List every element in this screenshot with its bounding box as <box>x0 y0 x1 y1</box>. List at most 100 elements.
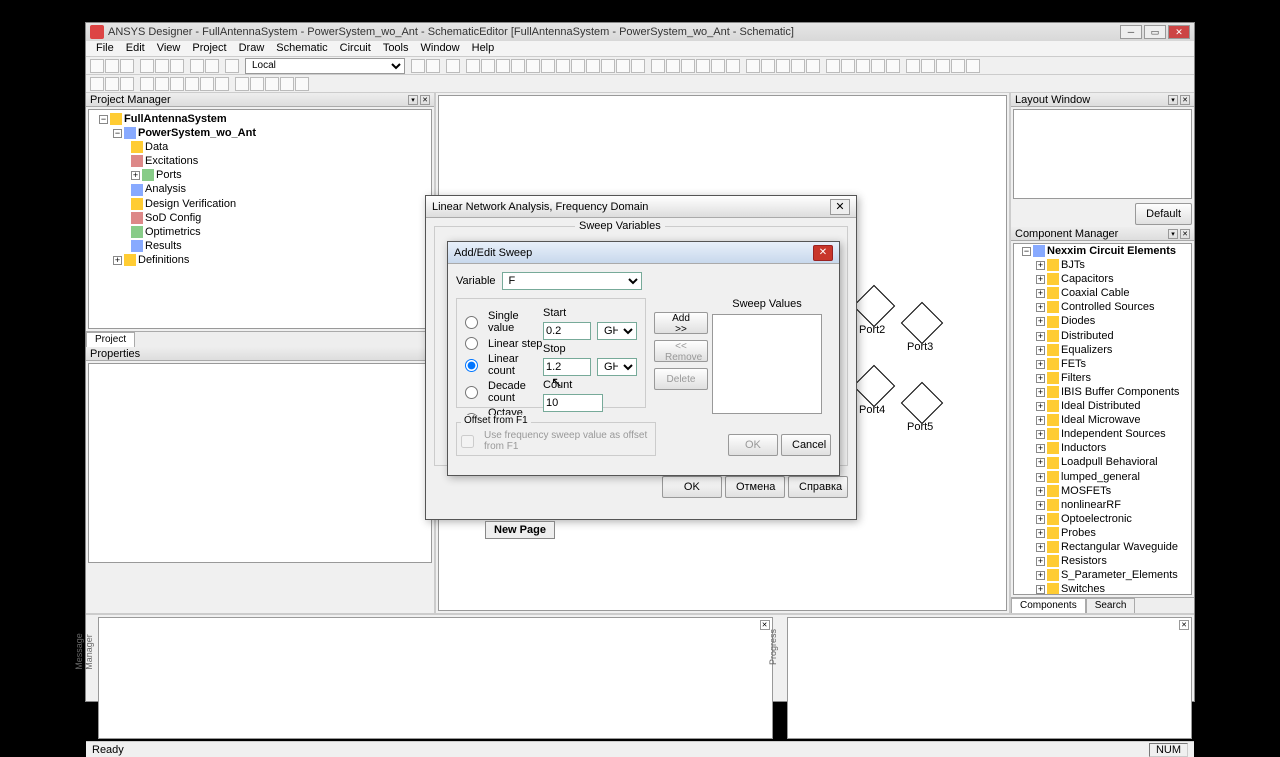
stop-input[interactable] <box>543 358 591 376</box>
message-panel[interactable]: ✕ <box>98 617 773 739</box>
tree-designverif[interactable]: Design Verification <box>91 197 429 211</box>
tree-analysis[interactable]: Analysis <box>91 182 429 196</box>
comp-item[interactable]: +BJTs <box>1014 258 1191 272</box>
menu-file[interactable]: File <box>90 41 120 56</box>
tree-root[interactable]: −FullAntennaSystem <box>91 112 429 126</box>
help-button[interactable]: Справка <box>788 476 848 498</box>
comp-item[interactable]: +nonlinearRF <box>1014 498 1191 512</box>
comp-item[interactable]: +Loadpull Behavioral <box>1014 455 1191 469</box>
comp-item[interactable]: +Switches <box>1014 582 1191 595</box>
comp-item[interactable]: +S_Parameter_Elements <box>1014 568 1191 582</box>
dialog-titlebar[interactable]: Add/Edit Sweep ✕ <box>448 242 839 264</box>
tool-a-icon[interactable] <box>411 59 425 73</box>
port5[interactable]: Port5 <box>907 388 937 433</box>
ok-button[interactable]: OK <box>662 476 722 498</box>
tool-i-icon[interactable] <box>541 59 555 73</box>
comp-item[interactable]: +Probes <box>1014 526 1191 540</box>
comp-item[interactable]: +Filters <box>1014 371 1191 385</box>
dialog-titlebar[interactable]: Linear Network Analysis, Frequency Domai… <box>426 196 856 218</box>
cancel-button[interactable]: Cancel <box>781 434 831 456</box>
tool-s-icon[interactable] <box>696 59 710 73</box>
variable-select[interactable]: F <box>502 272 642 290</box>
tool-l-icon[interactable] <box>586 59 600 73</box>
cancel-button[interactable]: Отмена <box>725 476 785 498</box>
remove-button[interactable]: << Remove <box>654 340 708 362</box>
tool-p-icon[interactable] <box>651 59 665 73</box>
menu-help[interactable]: Help <box>466 41 501 56</box>
tab-components[interactable]: Components <box>1011 598 1086 613</box>
tool-d-icon[interactable] <box>466 59 480 73</box>
comp-item[interactable]: +Rectangular Waveguide <box>1014 540 1191 554</box>
minimize-button[interactable]: ─ <box>1120 25 1142 39</box>
copy-icon[interactable] <box>155 59 169 73</box>
properties-panel[interactable] <box>88 363 432 563</box>
add-button[interactable]: Add >> <box>654 312 708 334</box>
tool-y-icon[interactable] <box>791 59 805 73</box>
tool-ai-icon[interactable] <box>951 59 965 73</box>
start-unit-select[interactable]: GHz <box>597 322 637 340</box>
menu-draw[interactable]: Draw <box>233 41 271 56</box>
comp-item[interactable]: +Independent Sources <box>1014 427 1191 441</box>
panel-close-icon[interactable]: ✕ <box>420 95 430 105</box>
tree-data[interactable]: Data <box>91 140 429 154</box>
project-tree[interactable]: −FullAntennaSystem −PowerSystem_wo_Ant D… <box>88 109 432 329</box>
poly-icon[interactable] <box>200 77 214 91</box>
panel-close-icon[interactable]: ✕ <box>1180 229 1190 239</box>
tool-n-icon[interactable] <box>616 59 630 73</box>
tool-ag-icon[interactable] <box>921 59 935 73</box>
tool-x-icon[interactable] <box>776 59 790 73</box>
tree-sod[interactable]: SoD Config <box>91 211 429 225</box>
count-input[interactable] <box>543 394 603 412</box>
comp-item[interactable]: +Distributed <box>1014 329 1191 343</box>
tab-search[interactable]: Search <box>1086 598 1136 613</box>
delete-button[interactable]: Delete <box>654 368 708 390</box>
comp-item[interactable]: +FETs <box>1014 357 1191 371</box>
tool-f-icon[interactable] <box>496 59 510 73</box>
dialog-close-icon[interactable]: ✕ <box>813 245 833 261</box>
ok-button[interactable]: OK <box>728 434 778 456</box>
tool-c-icon[interactable] <box>446 59 460 73</box>
menu-view[interactable]: View <box>151 41 187 56</box>
new-icon[interactable] <box>90 59 104 73</box>
tool-b-icon[interactable] <box>426 59 440 73</box>
progress-panel[interactable]: ✕ <box>787 617 1193 739</box>
decade-count-radio[interactable] <box>465 386 478 399</box>
tool-aa-icon[interactable] <box>826 59 840 73</box>
redo-icon[interactable] <box>205 59 219 73</box>
tree-ports[interactable]: +Ports <box>91 168 429 182</box>
tool-z-icon[interactable] <box>806 59 820 73</box>
expand-icon[interactable]: + <box>113 256 122 265</box>
port4[interactable]: Port4 <box>859 371 889 416</box>
wire-icon[interactable] <box>235 77 249 91</box>
comp-item[interactable]: +IBIS Buffer Components <box>1014 385 1191 399</box>
arc-icon[interactable] <box>155 77 169 91</box>
tree-optimetrics[interactable]: Optimetrics <box>91 225 429 239</box>
close-button[interactable]: ✕ <box>1168 25 1190 39</box>
tool-w-icon[interactable] <box>761 59 775 73</box>
component-tree[interactable]: −Nexxim Circuit Elements+BJTs+Capacitors… <box>1013 243 1192 595</box>
tool-q-icon[interactable] <box>666 59 680 73</box>
comp-item[interactable]: +Resistors <box>1014 554 1191 568</box>
menu-schematic[interactable]: Schematic <box>270 41 333 56</box>
linear-step-radio[interactable] <box>465 337 478 350</box>
circle-icon[interactable] <box>170 77 184 91</box>
save-icon[interactable] <box>120 59 134 73</box>
tool-o-icon[interactable] <box>631 59 645 73</box>
tool-ac-icon[interactable] <box>856 59 870 73</box>
tool-r-icon[interactable] <box>681 59 695 73</box>
default-button[interactable]: Default <box>1135 203 1192 225</box>
panel-pin-icon[interactable]: ▾ <box>408 95 418 105</box>
comp-item[interactable]: +Inductors <box>1014 441 1191 455</box>
comp-item[interactable]: +Controlled Sources <box>1014 300 1191 314</box>
tool-aj-icon[interactable] <box>966 59 980 73</box>
open-icon[interactable] <box>105 59 119 73</box>
tree-excitations[interactable]: Excitations <box>91 154 429 168</box>
tool-v-icon[interactable] <box>746 59 760 73</box>
stop-unit-select[interactable]: GHz <box>597 358 637 376</box>
linear-count-radio[interactable] <box>465 359 478 372</box>
select-icon[interactable] <box>90 77 104 91</box>
tree-results[interactable]: Results <box>91 239 429 253</box>
menu-project[interactable]: Project <box>186 41 232 56</box>
comp-item[interactable]: +lumped_general <box>1014 470 1191 484</box>
start-input[interactable] <box>543 322 591 340</box>
